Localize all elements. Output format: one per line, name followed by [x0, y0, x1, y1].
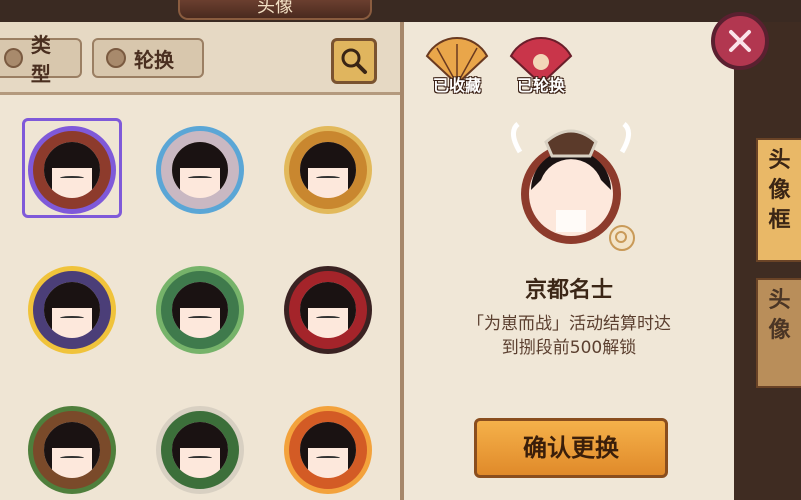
- rotate-filter-button[interactable]: 轮换: [92, 38, 204, 78]
- avatar-pine[interactable]: [28, 406, 116, 494]
- avatar-phoenix[interactable]: [284, 126, 372, 214]
- radio-icon: [106, 48, 126, 68]
- filter-bar: 类型 轮换: [0, 22, 400, 95]
- search-icon: [341, 48, 367, 74]
- avatar-face: [44, 422, 100, 478]
- collected-badge[interactable]: 已收藏: [422, 36, 492, 96]
- avatar-face: [44, 282, 100, 338]
- avatar-face: [300, 142, 356, 198]
- avatar-moon[interactable]: [28, 266, 116, 354]
- confirm-change-button[interactable]: 确认更换: [474, 418, 668, 478]
- rotate-filter-label: 轮换: [134, 47, 174, 72]
- avatar-samurai-helmet[interactable]: [28, 126, 116, 214]
- type-filter-button[interactable]: 类型: [0, 33, 82, 86]
- avatar-torii[interactable]: [284, 266, 372, 354]
- radio-icon: [4, 48, 23, 68]
- avatar-face: [300, 422, 356, 478]
- avatar-sakura[interactable]: [156, 126, 244, 214]
- close-button[interactable]: [711, 12, 769, 70]
- detail-panel: 已收藏 已轮换 京都名士 「为崽而战」活动结算时达到捌段前500解锁 确认更换: [404, 22, 734, 500]
- avatar-face: [300, 282, 356, 338]
- avatar-grid: [0, 102, 400, 500]
- avatar-face: [172, 282, 228, 338]
- tab-avatar-label: 头像: [768, 288, 791, 343]
- collected-label: 已收藏: [432, 76, 481, 95]
- avatar-face: [44, 142, 100, 198]
- tab-avatar[interactable]: 头像: [756, 278, 801, 388]
- avatar-fox[interactable]: [156, 406, 244, 494]
- tab-avatar-frame[interactable]: 头像框: [756, 138, 801, 262]
- avatar-face: [172, 422, 228, 478]
- avatar-name: 京都名士: [524, 278, 613, 303]
- avatar-skull[interactable]: [284, 406, 372, 494]
- tab-avatar-frame-label: 头像框: [768, 148, 791, 233]
- confirm-change-label: 确认更换: [523, 434, 619, 462]
- avatar-unlock-description: 「为崽而战」活动结算时达到捌段前500解锁: [467, 314, 671, 358]
- rotated-badge[interactable]: 已轮换: [506, 36, 576, 96]
- page-title: 头像: [178, 0, 372, 20]
- zoom-icon[interactable]: [608, 224, 636, 252]
- avatar-list-panel: 类型 轮换: [0, 22, 404, 500]
- close-icon: [729, 30, 751, 52]
- avatar-preview: [506, 122, 636, 252]
- rotated-label: 已轮换: [516, 76, 565, 95]
- avatar-face: [172, 142, 228, 198]
- search-button[interactable]: [331, 38, 377, 84]
- avatar-jade[interactable]: [156, 266, 244, 354]
- type-filter-label: 类型: [30, 33, 51, 86]
